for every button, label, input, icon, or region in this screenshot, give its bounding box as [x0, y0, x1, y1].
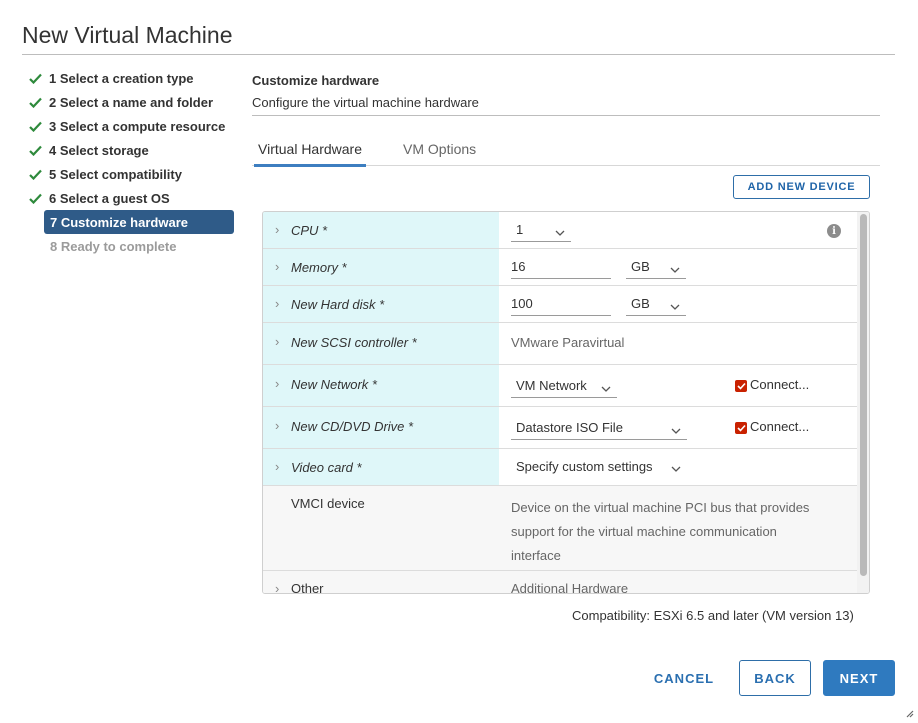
hardware-row-hard-disk: › New Hard disk * 100 GB — [263, 286, 857, 323]
step-3[interactable]: 3 Select a compute resource — [26, 114, 234, 138]
hardware-label-scsi[interactable]: › New SCSI controller * — [263, 323, 499, 364]
chevron-right-icon[interactable]: › — [275, 259, 279, 274]
step-label: 4 Select storage — [49, 142, 149, 158]
step-6[interactable]: 6 Select a guest OS — [26, 186, 234, 210]
hardware-row-memory: › Memory * 16 GB — [263, 249, 857, 286]
hardware-value-memory: 16 GB — [499, 249, 857, 285]
cd-dvd-source-select[interactable]: Datastore ISO File — [511, 416, 687, 440]
chevron-down-icon — [601, 380, 611, 395]
hardware-label-network[interactable]: › New Network * — [263, 365, 499, 406]
wizard-steps: 1 Select a creation type 2 Select a name… — [26, 66, 234, 258]
hardware-label-hard-disk[interactable]: › New Hard disk * — [263, 286, 499, 322]
chevron-down-icon — [555, 224, 565, 239]
hard-disk-size-input[interactable]: 100 — [511, 292, 611, 316]
hardware-value-other: Additional Hardware — [499, 571, 857, 593]
compatibility-text: Compatibility: ESXi 6.5 and later (VM ve… — [572, 608, 854, 623]
hardware-row-vmci: VMCI device Device on the virtual machin… — [263, 486, 857, 571]
hardware-value-hard-disk: 100 GB — [499, 286, 857, 322]
next-button[interactable]: NEXT — [823, 660, 895, 696]
checkmark-icon — [29, 97, 49, 108]
scrollbar-thumb[interactable] — [860, 214, 867, 576]
hardware-label-other[interactable]: › Other — [263, 571, 499, 593]
chevron-down-icon — [670, 261, 680, 276]
hardware-row-scsi-controller: › New SCSI controller * VMware Paravirtu… — [263, 323, 857, 365]
step-4[interactable]: 4 Select storage — [26, 138, 234, 162]
scsi-type-text: VMware Paravirtual — [511, 335, 625, 350]
network-connect-label: Connect... — [750, 377, 810, 392]
step-8: 8 Ready to complete — [26, 234, 234, 258]
step-label: 8 Ready to complete — [50, 238, 177, 254]
chevron-right-icon[interactable]: › — [275, 222, 279, 237]
hardware-value-cd-dvd: Datastore ISO File Connect... — [499, 407, 857, 448]
add-new-device-button[interactable]: ADD NEW DEVICE — [733, 175, 870, 199]
hardware-label-cd-dvd[interactable]: › New CD/DVD Drive * — [263, 407, 499, 448]
hardware-label-memory[interactable]: › Memory * — [263, 249, 499, 285]
checkmark-icon — [29, 73, 49, 84]
hardware-value-cpu: 1 i — [499, 212, 857, 248]
tab-bar: Virtual Hardware VM Options — [252, 138, 880, 167]
step-label: 7 Customize hardware — [50, 214, 188, 230]
chevron-right-icon[interactable]: › — [275, 581, 279, 593]
hardware-row-other: › Other Additional Hardware — [263, 571, 857, 593]
step-5[interactable]: 5 Select compatibility — [26, 162, 234, 186]
hardware-row-network: › New Network * VM Network Connect... — [263, 365, 857, 407]
main-panel: Customize hardware Configure the virtual… — [252, 66, 880, 594]
chevron-down-icon — [671, 460, 681, 475]
back-button[interactable]: BACK — [739, 660, 811, 696]
step-label: 1 Select a creation type — [49, 70, 194, 86]
chevron-right-icon[interactable]: › — [275, 296, 279, 311]
hardware-label-cpu[interactable]: › CPU * — [263, 212, 499, 248]
hardware-value-vmci: Device on the virtual machine PCI bus th… — [499, 486, 857, 570]
info-icon[interactable]: i — [827, 224, 841, 238]
hardware-label-vmci: VMCI device — [263, 486, 499, 570]
chevron-right-icon[interactable]: › — [275, 376, 279, 391]
chevron-right-icon[interactable]: › — [275, 418, 279, 433]
hardware-row-cd-dvd: › New CD/DVD Drive * Datastore ISO File … — [263, 407, 857, 449]
hardware-table: › CPU * 1 i › Memory * 16 GB › New Hard … — [262, 211, 870, 594]
hard-disk-unit-select[interactable]: GB — [626, 292, 686, 316]
network-connect-checkbox[interactable] — [735, 380, 747, 392]
memory-input[interactable]: 16 — [511, 255, 611, 279]
step-1[interactable]: 1 Select a creation type — [26, 66, 234, 90]
section-divider — [252, 115, 880, 116]
cd-dvd-connect-checkbox[interactable] — [735, 422, 747, 434]
hardware-row-cpu: › CPU * 1 i — [263, 212, 857, 249]
chevron-right-icon[interactable]: › — [275, 334, 279, 349]
chevron-right-icon[interactable]: › — [275, 459, 279, 474]
vmci-description: Device on the virtual machine PCI bus th… — [511, 500, 810, 563]
checkmark-icon — [29, 145, 49, 156]
title-divider — [22, 54, 895, 55]
cpu-count-select[interactable]: 1 — [511, 218, 571, 242]
chevron-down-icon — [670, 298, 680, 313]
hardware-value-video-card: Specify custom settings — [499, 449, 857, 485]
checkmark-icon — [29, 169, 49, 180]
chevron-down-icon — [671, 422, 681, 437]
tab-vm-options[interactable]: VM Options — [399, 141, 480, 167]
hardware-label-video-card[interactable]: › Video card * — [263, 449, 499, 485]
step-label: 6 Select a guest OS — [49, 190, 170, 206]
scrollbar-track[interactable] — [857, 212, 869, 593]
memory-unit-select[interactable]: GB — [626, 255, 686, 279]
network-select[interactable]: VM Network — [511, 374, 617, 398]
cd-dvd-connect-label: Connect... — [750, 419, 810, 434]
video-card-select[interactable]: Specify custom settings — [511, 454, 687, 478]
hardware-value-scsi: VMware Paravirtual — [499, 323, 857, 364]
step-label: 5 Select compatibility — [49, 166, 182, 182]
step-7-active[interactable]: 7 Customize hardware — [44, 210, 234, 234]
checkmark-icon — [29, 121, 49, 132]
section-title: Customize hardware — [252, 73, 380, 88]
hardware-row-video-card: › Video card * Specify custom settings — [263, 449, 857, 486]
step-label: 2 Select a name and folder — [49, 94, 214, 110]
resize-grip-icon[interactable] — [904, 705, 914, 718]
dialog-title: New Virtual Machine — [22, 22, 233, 48]
step-label: 3 Select a compute resource — [49, 118, 226, 134]
cancel-button[interactable]: CANCEL — [644, 660, 724, 696]
tab-virtual-hardware[interactable]: Virtual Hardware — [254, 141, 367, 167]
hardware-value-network: VM Network Connect... — [499, 365, 857, 406]
section-subtitle: Configure the virtual machine hardware — [252, 95, 479, 110]
step-2[interactable]: 2 Select a name and folder — [26, 90, 234, 114]
checkmark-icon — [29, 193, 49, 204]
